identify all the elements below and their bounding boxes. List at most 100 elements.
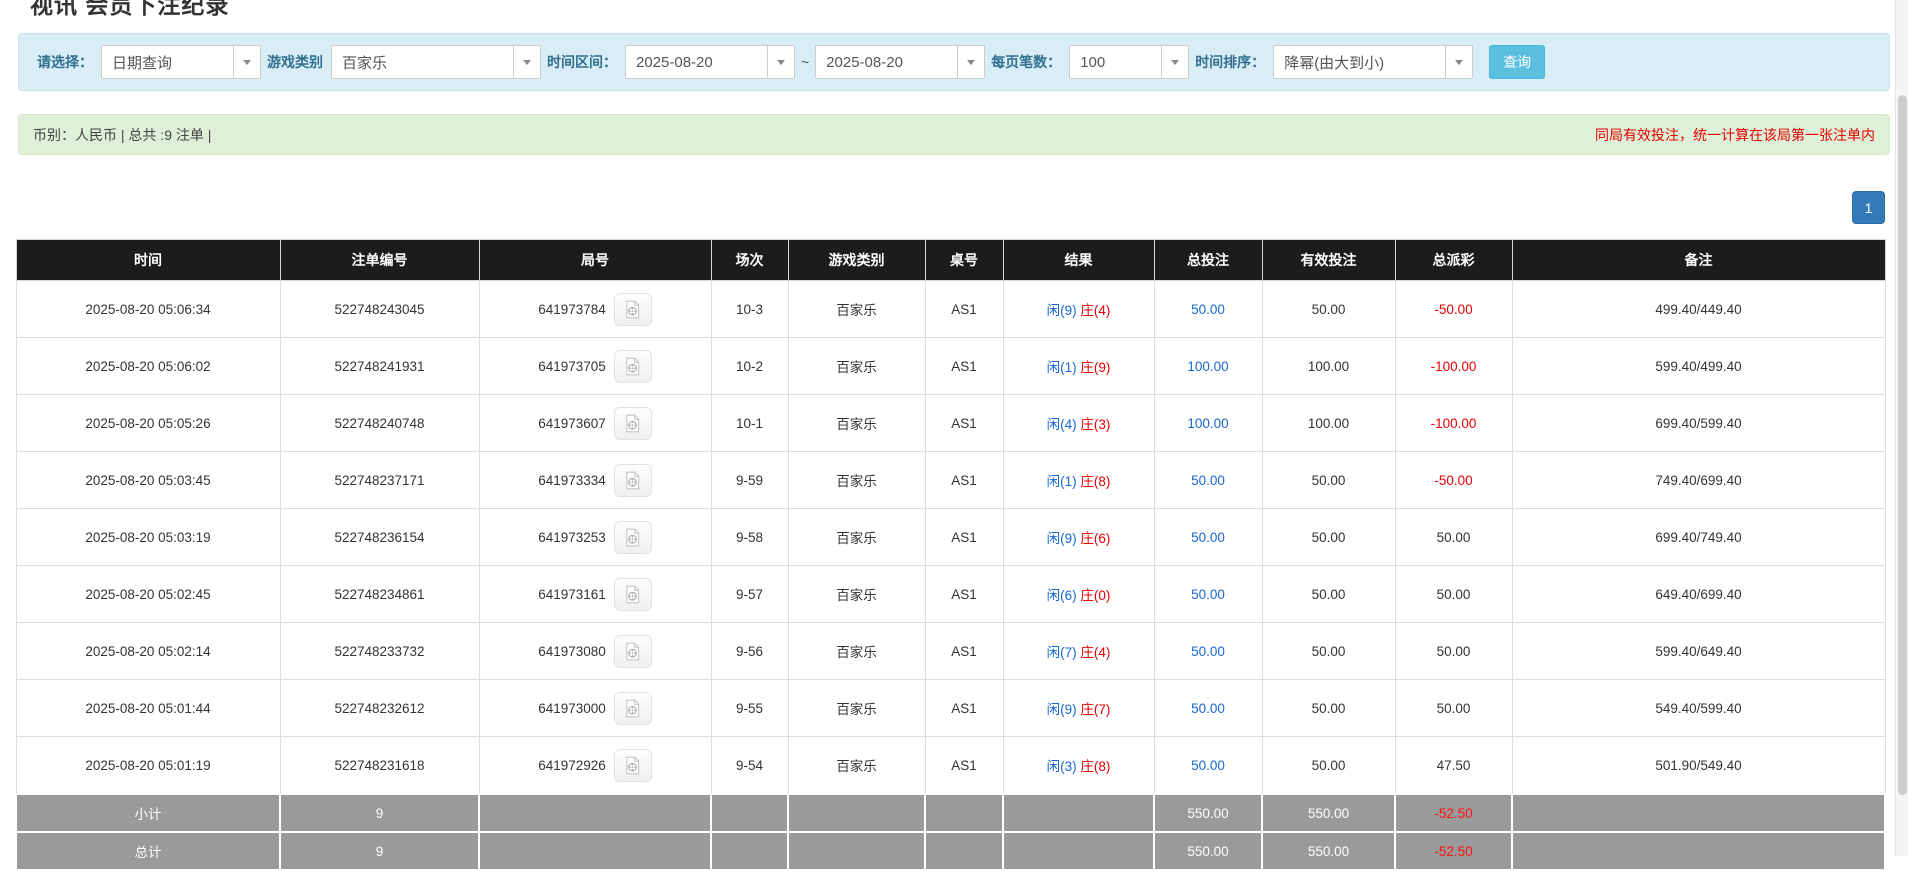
video-replay-button[interactable] <box>614 407 652 440</box>
date-from-picker[interactable]: 2025-08-20 <box>625 45 795 79</box>
vertical-scrollbar[interactable] <box>1895 0 1908 856</box>
round-id-text: 641973080 <box>538 644 606 659</box>
cell-total-bet[interactable]: 100.00 <box>1154 395 1262 452</box>
header-remark: 备注 <box>1512 240 1885 281</box>
summary-empty-cell <box>1512 832 1885 870</box>
cell-result: 闲(4) 庄(3) <box>1003 395 1154 452</box>
grand-total-count: 9 <box>280 832 479 870</box>
cell-result: 闲(9) 庄(7) <box>1003 680 1154 737</box>
cell-bet-id: 522748241931 <box>280 338 479 395</box>
cell-result: 闲(1) 庄(9) <box>1003 338 1154 395</box>
subtotal-payout: -52.50 <box>1395 794 1512 832</box>
cell-payout: -50.00 <box>1395 281 1512 338</box>
table-body: 2025-08-20 05:06:34 522748243045 6419737… <box>16 281 1885 795</box>
video-file-icon <box>622 641 643 662</box>
cell-round-id: 641973000 <box>479 680 711 737</box>
search-button[interactable]: 查询 <box>1489 45 1545 79</box>
cell-round-id: 641973334 <box>479 452 711 509</box>
cell-time: 2025-08-20 05:03:19 <box>16 509 280 566</box>
cell-payout: 50.00 <box>1395 680 1512 737</box>
cell-round-id: 641973253 <box>479 509 711 566</box>
filter-bar: 请选择： 日期查询 游戏类别 百家乐 时间区间： 2025-08-20 ~ 20… <box>18 33 1890 91</box>
table-row: 2025-08-20 05:06:34 522748243045 6419737… <box>16 281 1885 338</box>
cell-bet-id: 522748236154 <box>280 509 479 566</box>
cell-total-bet[interactable]: 50.00 <box>1154 452 1262 509</box>
cell-result: 闲(9) 庄(6) <box>1003 509 1154 566</box>
summary-empty-cell <box>788 794 925 832</box>
cell-remark: 699.40/599.40 <box>1512 395 1885 452</box>
select-mode-label: 请选择： <box>37 52 93 72</box>
time-sort-select[interactable]: 降幂(由大到小) <box>1273 45 1473 79</box>
cell-table-no: AS1 <box>925 737 1003 795</box>
game-type-select[interactable]: 百家乐 <box>331 45 541 79</box>
time-range-label: 时间区间： <box>547 52 617 72</box>
cell-total-bet[interactable]: 50.00 <box>1154 509 1262 566</box>
cell-remark: 501.90/549.40 <box>1512 737 1885 795</box>
cell-total-bet[interactable]: 50.00 <box>1154 680 1262 737</box>
cell-game-type: 百家乐 <box>788 452 925 509</box>
page-button-1[interactable]: 1 <box>1852 191 1885 224</box>
cell-round-id: 641972926 <box>479 737 711 795</box>
grand-total-valid-bet: 550.00 <box>1262 832 1395 870</box>
cell-total-bet[interactable]: 50.00 <box>1154 566 1262 623</box>
per-page-select[interactable]: 100 <box>1069 45 1189 79</box>
query-mode-select[interactable]: 日期查询 <box>101 45 261 79</box>
time-sort-label: 时间排序： <box>1195 52 1265 72</box>
video-replay-button[interactable] <box>614 635 652 668</box>
cell-total-bet[interactable]: 50.00 <box>1154 623 1262 680</box>
cell-total-bet[interactable]: 50.00 <box>1154 281 1262 338</box>
cell-table-no: AS1 <box>925 509 1003 566</box>
cell-game-type: 百家乐 <box>788 395 925 452</box>
video-file-icon <box>622 413 643 434</box>
cell-payout: 50.00 <box>1395 509 1512 566</box>
scrollbar-thumb[interactable] <box>1898 95 1907 795</box>
cell-valid-bet: 50.00 <box>1262 566 1395 623</box>
game-type-label: 游戏类别 <box>267 52 323 72</box>
header-round-id: 局号 <box>479 240 711 281</box>
result-banker: 庄(8) <box>1080 759 1110 774</box>
grand-total-row: 总计 9 550.00 550.00 -52.50 <box>16 832 1885 870</box>
video-replay-button[interactable] <box>614 692 652 725</box>
cell-time: 2025-08-20 05:05:26 <box>16 395 280 452</box>
result-player: 闲(1) <box>1047 474 1077 489</box>
table-header: 时间 注单编号 局号 场次 游戏类别 桌号 结果 总投注 有效投注 总派彩 备注 <box>16 240 1885 281</box>
cell-remark: 699.40/749.40 <box>1512 509 1885 566</box>
result-banker: 庄(6) <box>1080 531 1110 546</box>
cell-total-bet[interactable]: 100.00 <box>1154 338 1262 395</box>
video-replay-button[interactable] <box>614 521 652 554</box>
subtotal-count: 9 <box>280 794 479 832</box>
cell-bet-id: 522748240748 <box>280 395 479 452</box>
query-mode-value: 日期查询 <box>102 46 233 78</box>
result-banker: 庄(3) <box>1080 417 1110 432</box>
cell-remark: 749.40/699.40 <box>1512 452 1885 509</box>
header-valid-bet: 有效投注 <box>1262 240 1395 281</box>
cell-payout: -100.00 <box>1395 395 1512 452</box>
cell-valid-bet: 50.00 <box>1262 737 1395 795</box>
cell-valid-bet: 100.00 <box>1262 338 1395 395</box>
grand-total-payout: -52.50 <box>1395 832 1512 870</box>
cell-remark: 549.40/599.40 <box>1512 680 1885 737</box>
round-id-text: 641973161 <box>538 587 606 602</box>
video-file-icon <box>622 755 643 776</box>
cell-table-no: AS1 <box>925 452 1003 509</box>
date-to-picker[interactable]: 2025-08-20 <box>815 45 985 79</box>
video-replay-button[interactable] <box>614 350 652 383</box>
cell-game-type: 百家乐 <box>788 566 925 623</box>
chevron-down-icon <box>1455 60 1463 65</box>
cell-total-bet[interactable]: 50.00 <box>1154 737 1262 795</box>
chevron-down-icon <box>243 60 251 65</box>
cell-bet-id: 522748237171 <box>280 452 479 509</box>
video-replay-button[interactable] <box>614 464 652 497</box>
video-replay-button[interactable] <box>614 293 652 326</box>
video-file-icon <box>622 698 643 719</box>
per-page-caret-box <box>1161 46 1188 78</box>
cell-game-type: 百家乐 <box>788 623 925 680</box>
result-banker: 庄(0) <box>1080 588 1110 603</box>
cell-round-id: 641973784 <box>479 281 711 338</box>
video-replay-button[interactable] <box>614 578 652 611</box>
round-id-text: 641973253 <box>538 530 606 545</box>
cell-payout: -100.00 <box>1395 338 1512 395</box>
cell-round-id: 641973161 <box>479 566 711 623</box>
summary-empty-cell <box>925 832 1003 870</box>
video-replay-button[interactable] <box>614 749 652 782</box>
